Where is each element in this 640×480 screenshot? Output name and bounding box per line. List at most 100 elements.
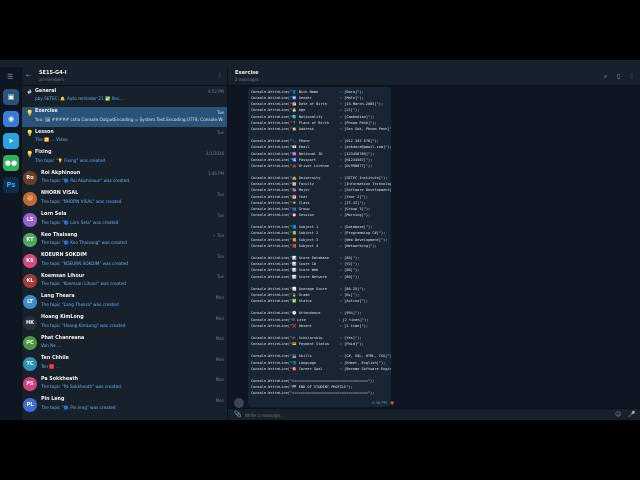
avatar: LT bbox=[23, 294, 37, 309]
code-line: Console.WriteLine("📈 Average Score : [86… bbox=[251, 286, 366, 291]
folder-photoshop-icon[interactable]: Ps bbox=[3, 177, 19, 193]
chat-title: Roi Akphinoun bbox=[41, 170, 81, 176]
code-line: Console.WriteLine("📊 Score C# : [92]"); bbox=[251, 262, 360, 267]
chat-time: Mon bbox=[215, 336, 224, 342]
avatar: KT bbox=[23, 233, 37, 248]
chat-time: Mon bbox=[215, 315, 224, 321]
microphone-icon[interactable]: 🎤 bbox=[628, 412, 635, 418]
message-bubble[interactable]: Console.WriteLine("👤 Nick Name : [Dara]"… bbox=[248, 87, 391, 407]
code-line: Console.WriteLine("👥 Group : [Group 3]")… bbox=[251, 206, 371, 211]
code-line: Console.WriteLine("✅ Status : [Active]")… bbox=[251, 299, 368, 304]
chat-row[interactable]: LT Lang Theara Mon The topic "Lang Theara" … bbox=[22, 292, 227, 313]
chat-preview: The topic "NHORN VISAL" was created bbox=[41, 198, 122, 204]
code-line: Console.WriteLine("🕐 Attendance : [95%]"… bbox=[251, 311, 362, 316]
chat-row[interactable]: 🐱 NHORN VISAL Tue The topic "NHORN VISAL" w… bbox=[22, 189, 227, 210]
chat-time: Tue bbox=[217, 274, 224, 280]
chat-title: Exercise bbox=[35, 109, 58, 115]
code-line: Console.WriteLine("📍 Place of Birth : [P… bbox=[251, 120, 377, 125]
avatar: PC bbox=[23, 336, 37, 351]
code-line: Console.WriteLine("🆔 National ID : [1234… bbox=[251, 151, 375, 156]
sender-avatar[interactable] bbox=[234, 398, 244, 408]
chat-title: Koemsan Lihour bbox=[41, 273, 85, 279]
topic-icon: 💡 bbox=[26, 109, 34, 117]
avatar: KL bbox=[23, 274, 37, 289]
chat-title: Fixing bbox=[35, 150, 52, 156]
chat-title: Lang Theara bbox=[41, 294, 75, 300]
chat-row[interactable]: KT Keo Thaisang ✓ Tue The topic "🔵 Keo Thai… bbox=[22, 230, 227, 251]
code-line: Console.WriteLine("🏫 University : [SETEC… bbox=[251, 176, 388, 181]
code-line: Console.WriteLine("⏱ Late : [2 times]"); bbox=[251, 317, 369, 322]
chat-title: Exercise bbox=[235, 70, 259, 76]
menu-icon[interactable]: ☰ bbox=[7, 74, 13, 81]
chat-area: Exercise 2 messages ⌕ ▯ ⋮ Console.WriteL… bbox=[228, 67, 640, 420]
code-line: Console.WriteLine("📙 Subject 3 : [Web De… bbox=[251, 237, 388, 242]
avatar: PL bbox=[23, 397, 37, 412]
group-members: all members bbox=[39, 77, 64, 82]
chat-row[interactable]: PL Pin Leng Mon The topic "🔵 Pin leng" was … bbox=[22, 395, 227, 416]
code-line: Console.WriteLine("🏁 END OF STUDENT PROF… bbox=[251, 385, 353, 390]
folder-green-icon[interactable]: ●● bbox=[3, 155, 19, 171]
code-line: Console.WriteLine("🚻 Gender : [Male]"); bbox=[251, 96, 364, 101]
chat-row[interactable]: 💡 Lesson Tue The 🔁 ... Video bbox=[22, 127, 227, 148]
chat-preview: The topic "🔵 Roi Akphinoun" was created bbox=[41, 178, 130, 184]
avatar: KS bbox=[23, 253, 37, 268]
avatar: Ro bbox=[23, 171, 37, 186]
chat-preview: The topic "💡 Fixing" was created bbox=[35, 157, 106, 163]
chat-time: ✓ Tue bbox=[212, 233, 224, 239]
chat-preview: Ten 🟥 ... bbox=[41, 363, 60, 369]
folder-group-icon[interactable]: ◉ bbox=[3, 111, 19, 127]
chat-row[interactable]: HK Hoang KimLong Mon The topic "Hoang KimLo… bbox=[22, 313, 227, 334]
code-line: Console.WriteLine("🧑‍🎓 Class : [IT-4I]")… bbox=[251, 200, 366, 205]
chat-rows: # General 4:02 PM pby SETEC: 🔔 Auto reminde… bbox=[22, 86, 227, 416]
chat-preview: You: 🖼 ##### csha Console.OutputEncoding… bbox=[35, 116, 223, 122]
code-line: Console.WriteLine("⏰ Session : [Morning]… bbox=[251, 213, 371, 217]
chat-list-panel: ← SE15-G4-I all members ⋮ # General 4:02 P… bbox=[22, 67, 228, 420]
group-header[interactable]: ← SE15-G4-I all members ⋮ bbox=[22, 67, 227, 86]
code-line: Console.WriteLine("🎂 Age : [21]"); bbox=[251, 108, 360, 113]
chat-time: Tue bbox=[217, 109, 224, 115]
code-line: Console.WriteLine("💻 Skills : [C#, SQL, … bbox=[251, 354, 391, 359]
chat-row[interactable]: PS Pa Sokkheath Mon The topic "Pa Sokkheath… bbox=[22, 374, 227, 395]
folder-all-chats[interactable]: ▣ bbox=[3, 89, 19, 105]
chat-title: Phat Chanreana bbox=[41, 335, 85, 341]
chat-row[interactable]: Ro Roi Akphinoun 1:46 PM The topic "🔵 Roi A… bbox=[22, 168, 227, 189]
message-input[interactable] bbox=[245, 411, 605, 419]
back-arrow-icon[interactable]: ← bbox=[26, 73, 31, 79]
chat-title: KOEURN SOKDIM bbox=[41, 253, 87, 259]
attach-icon[interactable]: 📎 bbox=[234, 412, 241, 418]
chat-time: Mon bbox=[215, 397, 224, 403]
message-composer: 📎 ☺ 🎤 bbox=[228, 408, 640, 420]
code-line: Console.WriteLine("📘 Subject 1 : [Databa… bbox=[251, 225, 373, 230]
chat-title: NHORN VISAL bbox=[41, 191, 79, 197]
chat-preview: The topic "🔵 Pin leng" was created bbox=[41, 404, 116, 410]
chat-title: Lorn Sela bbox=[41, 212, 67, 218]
folder-telegram-icon[interactable]: ➤ bbox=[3, 133, 19, 149]
chat-row[interactable]: TC Ten Chhile Mon Ten 🟥 ... bbox=[22, 354, 227, 375]
code-line: Console.WriteLine("📅 Date of Birth : [15… bbox=[251, 102, 384, 107]
chat-preview: Van Ne ... bbox=[41, 343, 62, 349]
chat-row[interactable]: KL Koemsan Lihour Tue The topic "Koemsan Li… bbox=[22, 271, 227, 292]
avatar: PS bbox=[23, 377, 37, 392]
code-line: Console.WriteLine("🌐 Language : [Khmer, … bbox=[251, 360, 386, 365]
chat-row[interactable]: KS KOEURN SOKDIM Tue The topic "KOEURN SOKD… bbox=[22, 251, 227, 272]
chat-time: 4/1/2026 bbox=[206, 150, 224, 156]
chat-row[interactable]: LS Lorn Sela Tue The topic "🔵 Lorn Sela" wa… bbox=[22, 210, 227, 231]
sidebar-toggle-icon[interactable]: ▯ bbox=[617, 74, 620, 80]
chat-row[interactable]: # General 4:02 PM pby SETEC: 🔔 Auto reminde… bbox=[22, 86, 227, 107]
code-line: Console.WriteLine("🏢 Faculty : [Informat… bbox=[251, 182, 391, 187]
chat-row[interactable]: PC Phat Chanreana Mon Van Ne ... bbox=[22, 333, 227, 354]
more-options-icon[interactable]: ⋮ bbox=[217, 73, 223, 79]
more-options-icon[interactable]: ⋮ bbox=[629, 74, 635, 80]
code-line: Console.WriteLine("📧 Email : [sokdara@gm… bbox=[251, 145, 391, 150]
chat-title: Pin Leng bbox=[41, 397, 65, 403]
heart-reaction-icon[interactable]: ♥ bbox=[390, 401, 394, 407]
chat-row[interactable]: 💡 Fixing 4/1/2026 The topic "💡 Fixing" was … bbox=[22, 148, 227, 169]
chat-row[interactable]: 💡 Exercise Tue You: 🖼 ##### csha Console.Ou… bbox=[22, 106, 227, 128]
topic-icon: # bbox=[26, 89, 33, 96]
code-line: Console.WriteLine("📊 Score Web : [88]"); bbox=[251, 268, 360, 273]
search-icon[interactable]: ⌕ bbox=[604, 74, 607, 80]
code-line: Console.WriteLine("📚 Major : [Software D… bbox=[251, 188, 391, 193]
emoji-icon[interactable]: ☺ bbox=[615, 412, 621, 418]
chat-title: General bbox=[35, 88, 57, 94]
chat-preview: The topic "Koemsan Lihour" was created bbox=[41, 281, 126, 287]
